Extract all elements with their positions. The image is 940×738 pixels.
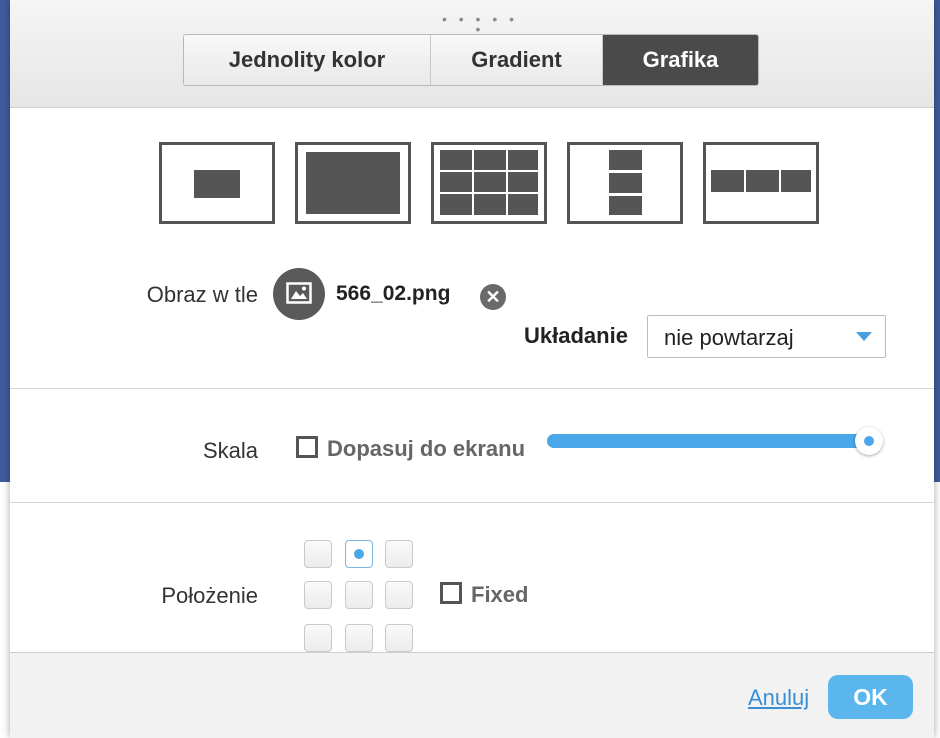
background-type-tabs: Jednolity kolor Gradient Grafika bbox=[183, 34, 759, 86]
divider bbox=[10, 502, 934, 503]
fixed-checkbox[interactable] bbox=[440, 582, 462, 604]
remove-image-icon[interactable]: ✕ bbox=[480, 284, 506, 310]
scale-label: Skala bbox=[202, 438, 258, 463]
scale-slider-track[interactable] bbox=[547, 434, 870, 448]
ok-button[interactable]: OK bbox=[828, 675, 913, 719]
tab-solid-color[interactable]: Jednolity kolor bbox=[184, 35, 431, 85]
layout-fill-button[interactable] bbox=[295, 142, 411, 224]
tab-gradient[interactable]: Gradient bbox=[431, 35, 603, 85]
selected-dot-icon bbox=[354, 549, 364, 559]
fit-to-screen-label: Dopasuj do ekranu bbox=[327, 436, 526, 461]
image-icon[interactable] bbox=[273, 268, 325, 320]
position-middle-center[interactable] bbox=[345, 581, 373, 609]
tab-graphic[interactable]: Grafika bbox=[603, 35, 758, 85]
scale-slider-thumb[interactable] bbox=[855, 427, 883, 455]
tiling-select[interactable]: nie powtarzaj bbox=[647, 315, 886, 358]
background-image-label: Obraz w tle bbox=[146, 282, 258, 307]
layout-center-icon bbox=[194, 170, 240, 198]
background-file-name: 566_02.png bbox=[336, 282, 451, 305]
drag-handle[interactable]: • • • • • • bbox=[440, 12, 520, 36]
position-top-left[interactable] bbox=[304, 540, 332, 568]
fit-to-screen-checkbox[interactable] bbox=[296, 436, 318, 458]
tiling-select-value: nie powtarzaj bbox=[664, 325, 794, 350]
position-middle-left[interactable] bbox=[304, 581, 332, 609]
cancel-link[interactable]: Anuluj bbox=[748, 685, 809, 711]
tiling-label: Układanie bbox=[524, 323, 628, 348]
layout-fill-icon bbox=[306, 152, 400, 214]
dialog-footer: Anuluj OK bbox=[10, 652, 934, 738]
layout-center-button[interactable] bbox=[159, 142, 275, 224]
position-label: Położenie bbox=[161, 583, 258, 608]
layout-tile-vertical-button[interactable] bbox=[567, 142, 683, 224]
background-settings-dialog: • • • • • • Jednolity kolor Gradient Gra… bbox=[10, 0, 934, 738]
position-middle-right[interactable] bbox=[385, 581, 413, 609]
layout-tile-button[interactable] bbox=[431, 142, 547, 224]
position-bottom-left[interactable] bbox=[304, 624, 332, 652]
position-top-center[interactable] bbox=[345, 540, 373, 568]
divider bbox=[10, 388, 934, 389]
layout-tile-horizontal-button[interactable] bbox=[703, 142, 819, 224]
position-bottom-center[interactable] bbox=[345, 624, 373, 652]
image-glyph bbox=[286, 282, 312, 304]
dialog-header: • • • • • • Jednolity kolor Gradient Gra… bbox=[10, 0, 934, 108]
chevron-down-icon bbox=[856, 332, 872, 341]
position-bottom-right[interactable] bbox=[385, 624, 413, 652]
position-top-right[interactable] bbox=[385, 540, 413, 568]
fixed-label: Fixed bbox=[471, 582, 529, 607]
